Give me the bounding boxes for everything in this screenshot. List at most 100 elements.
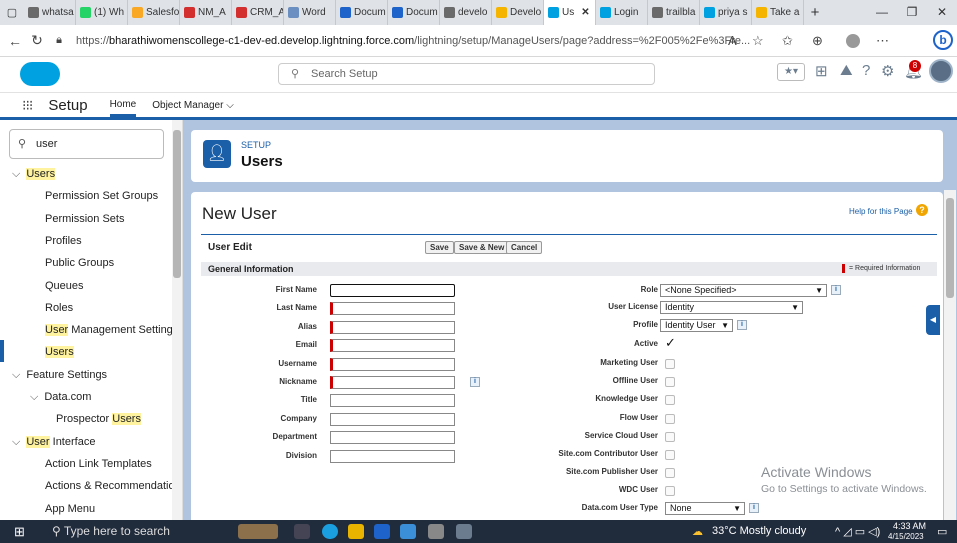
browser-tab[interactable]: Docum <box>388 0 440 25</box>
nickname-info-icon[interactable]: i <box>470 377 480 387</box>
browser-tab[interactable]: develo <box>440 0 492 25</box>
browser-tab[interactable]: (1) Wh <box>76 0 128 25</box>
checkbox[interactable] <box>665 359 675 369</box>
browser-tab[interactable]: CRM_A <box>232 0 284 25</box>
setup-gear-icon[interactable]: ⚙ <box>881 62 894 80</box>
search-setup-input[interactable]: ⚲ Search Setup <box>278 63 655 85</box>
browser-tab[interactable]: Take a <box>752 0 804 25</box>
browser-tab[interactable]: NM_A <box>180 0 232 25</box>
browser-tab[interactable]: Salesfo <box>128 0 180 25</box>
profile-select[interactable]: Identity User ▼ <box>660 319 733 332</box>
new-tab-button[interactable]: + <box>804 4 826 21</box>
breadcrumb[interactable]: SETUP <box>241 140 271 150</box>
clock-time[interactable]: 4:33 AM <box>893 521 926 531</box>
setup-tree-item[interactable]: ⌵ User Interface <box>12 435 95 449</box>
file-explorer-icon[interactable] <box>348 524 364 539</box>
text-input[interactable] <box>330 431 455 445</box>
url-field[interactable]: https://bharathiwomenscollege-c1-dev-ed.… <box>76 35 750 47</box>
text-input[interactable] <box>330 449 455 463</box>
quick-find-input[interactable]: ⚲ user <box>9 129 164 159</box>
refresh-icon[interactable]: ↻ <box>26 32 48 49</box>
browser-tab[interactable]: Docum <box>336 0 388 25</box>
windows-start-icon[interactable]: ⊞ <box>14 524 25 540</box>
text-input[interactable] <box>330 302 455 316</box>
restore-icon[interactable]: ❐ <box>897 0 927 25</box>
help-link[interactable]: Help for this Page <box>849 207 913 216</box>
setup-tree-item[interactable]: Action Link Templates <box>45 458 152 470</box>
taskbar-search-input[interactable]: ⚲ Type here to search <box>44 520 194 543</box>
trailhead-icon[interactable]: ⛰ <box>840 62 853 79</box>
close-tab-icon[interactable]: ✕ <box>581 7 589 18</box>
minimize-icon[interactable]: — <box>867 0 897 25</box>
profile-info-icon[interactable]: i <box>737 320 747 330</box>
role-info-icon[interactable]: i <box>831 285 841 295</box>
checkbox[interactable] <box>665 431 675 442</box>
text-input[interactable] <box>330 339 455 353</box>
cancel-button[interactable]: Cancel <box>506 241 543 254</box>
browser-tab[interactable]: Word <box>284 0 336 25</box>
setup-tree-item[interactable]: Actions & Recommendations <box>45 480 182 492</box>
weather-text[interactable]: 33°C Mostly cloudy <box>712 525 806 537</box>
setup-tree-item[interactable]: Users <box>45 346 74 359</box>
text-input[interactable] <box>330 357 455 371</box>
save-button[interactable]: Save <box>425 241 454 254</box>
browser-tab[interactable]: Us ✕ <box>544 0 596 25</box>
text-input[interactable] <box>330 376 455 389</box>
role-select[interactable]: <None Specified> ▼ <box>660 284 827 297</box>
app-icon[interactable] <box>456 524 472 539</box>
help-icon[interactable]: ? <box>916 204 928 216</box>
settings-icon[interactable] <box>428 524 444 539</box>
checkbox[interactable] <box>665 377 675 388</box>
text-input[interactable] <box>330 412 455 426</box>
notification-center-icon[interactable]: ▭ <box>937 525 947 538</box>
browser-tab[interactable]: trailbla <box>648 0 700 25</box>
favorite-star-icon[interactable]: ☆ <box>752 33 764 49</box>
system-tray-icons[interactable]: ^ ◿ ▭ ◁) <box>835 525 880 538</box>
checkbox[interactable] <box>665 395 675 406</box>
save-new-button[interactable]: Save & New <box>454 241 510 254</box>
text-input[interactable] <box>330 394 455 408</box>
side-panel-toggle[interactable]: ◀ <box>926 305 940 335</box>
task-view-icon[interactable] <box>294 524 310 539</box>
setup-tree-item[interactable]: Profiles <box>45 235 82 247</box>
favorites-icon[interactable]: ✩ <box>782 33 793 49</box>
browser-tab[interactable]: whatsa <box>24 0 76 25</box>
browser-tab[interactable]: priya s <box>700 0 752 25</box>
setup-tree-item[interactable]: Permission Sets <box>45 213 124 225</box>
read-aloud-icon[interactable]: A <box>728 33 737 48</box>
setup-tree-item[interactable]: Public Groups <box>45 257 114 269</box>
tab-home[interactable]: Home <box>109 93 137 117</box>
browser-tab[interactable]: Develo <box>492 0 544 25</box>
tab-object-manager[interactable]: Object Manager ⌵ <box>152 100 234 111</box>
store-icon[interactable] <box>374 524 390 539</box>
setup-tree-item[interactable]: ⌵ Feature Settings <box>12 369 107 382</box>
close-window-icon[interactable]: ✕ <box>927 0 957 25</box>
tab-actions-icon[interactable]: ▢ <box>0 6 24 19</box>
setup-tree-item[interactable]: ⌵ Users <box>12 168 56 181</box>
datacom-info-icon[interactable]: i <box>749 503 759 513</box>
clock-date[interactable]: 4/15/2023 <box>888 532 924 541</box>
global-actions-icon[interactable]: ⊞ <box>815 62 828 80</box>
setup-tree-item[interactable]: App Menu <box>45 503 95 515</box>
more-icon[interactable]: ⋯ <box>876 33 889 49</box>
checkbox[interactable] <box>665 450 675 460</box>
right-scrollbar[interactable] <box>944 190 956 520</box>
setup-tree-item[interactable]: Roles <box>45 302 73 314</box>
checkbox[interactable] <box>665 486 675 497</box>
text-input[interactable] <box>330 284 455 297</box>
user-avatar[interactable] <box>929 59 953 83</box>
help-icon[interactable]: ? <box>862 62 870 79</box>
setup-tree-item[interactable]: Permission Set Groups <box>45 190 158 202</box>
left-scrollbar[interactable] <box>172 120 182 520</box>
checkbox[interactable] <box>665 468 675 479</box>
profile-avatar[interactable] <box>846 34 860 48</box>
taskbar-thumbnail[interactable] <box>238 524 278 539</box>
setup-tree-item[interactable]: Prospector Users <box>56 413 141 426</box>
mail-icon[interactable] <box>400 524 416 539</box>
checkbox[interactable] <box>665 413 675 424</box>
back-icon[interactable]: ← <box>4 33 26 49</box>
setup-tree-item[interactable]: Queues <box>45 280 84 292</box>
user-license-select[interactable]: Identity ▼ <box>660 301 803 314</box>
text-input[interactable] <box>330 320 455 334</box>
browser-tab[interactable]: Login <box>596 0 648 25</box>
